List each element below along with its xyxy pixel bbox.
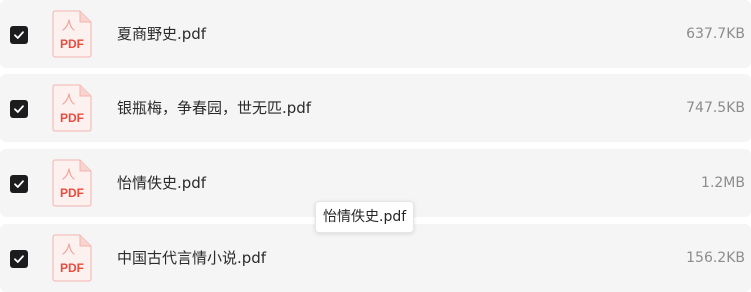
checkmark-icon: [14, 105, 24, 113]
checkbox-checked[interactable]: [10, 26, 28, 44]
checkbox-checked[interactable]: [10, 175, 28, 193]
filename-tooltip: 怡情佚史.pdf: [315, 201, 415, 233]
pdf-file-icon: PDF: [52, 234, 92, 282]
checkmark-icon: [14, 31, 24, 39]
file-name[interactable]: 中国古代言情小说.pdf: [117, 224, 266, 292]
file-name[interactable]: 怡情佚史.pdf: [117, 149, 206, 217]
file-row[interactable]: PDF 中国古代言情小说.pdf 156.2KB: [0, 224, 751, 292]
file-size: 637.7KB: [686, 26, 745, 42]
file-name[interactable]: 银瓶梅，争春园，世无匹.pdf: [117, 74, 311, 142]
file-row[interactable]: PDF 夏商野史.pdf 637.7KB: [0, 0, 751, 68]
checkbox-checked[interactable]: [10, 100, 28, 118]
file-name[interactable]: 夏商野史.pdf: [117, 0, 206, 68]
checkbox-checked[interactable]: [10, 250, 28, 268]
checkmark-icon: [14, 255, 24, 263]
svg-text:PDF: PDF: [60, 111, 84, 125]
pdf-file-icon: PDF: [52, 84, 92, 132]
svg-text:PDF: PDF: [60, 261, 84, 275]
svg-text:PDF: PDF: [60, 186, 84, 200]
file-list: PDF 夏商野史.pdf 637.7KB PDF 银瓶梅，争春园，世无匹.pdf…: [0, 0, 751, 292]
file-size: 1.2MB: [701, 175, 745, 191]
pdf-file-icon: PDF: [52, 159, 92, 207]
file-row[interactable]: PDF 银瓶梅，争春园，世无匹.pdf 747.5KB: [0, 74, 751, 142]
pdf-file-icon: PDF: [52, 10, 92, 58]
file-size: 747.5KB: [686, 100, 745, 116]
svg-text:PDF: PDF: [60, 37, 84, 51]
checkmark-icon: [14, 180, 24, 188]
file-size: 156.2KB: [686, 250, 745, 266]
